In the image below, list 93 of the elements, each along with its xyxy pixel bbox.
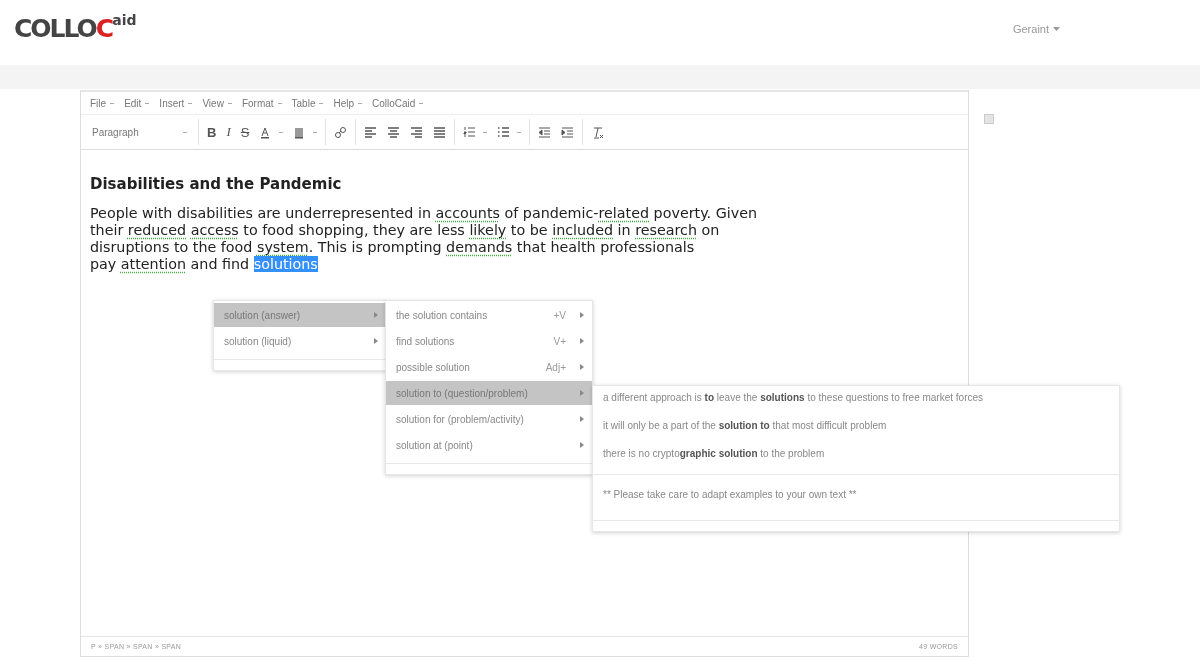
caret-icon xyxy=(227,103,232,104)
menu-item[interactable]: solution at (point) xyxy=(386,433,592,457)
body-text: their xyxy=(90,222,125,238)
menu-item[interactable]: Table xyxy=(288,96,327,111)
align-right-icon xyxy=(410,125,424,139)
link-icon xyxy=(334,125,348,139)
body-text: poverty. Given xyxy=(652,205,758,221)
indent-icon xyxy=(561,125,575,139)
body-text: pay xyxy=(90,256,118,272)
user-menu[interactable]: Geraint xyxy=(1006,21,1066,36)
flagged-word[interactable]: system xyxy=(256,239,309,255)
menu-label: solution at (point) xyxy=(396,439,474,451)
align-left-icon xyxy=(364,125,378,139)
align-center-icon xyxy=(387,125,401,139)
caret-icon xyxy=(145,103,150,104)
bold-button[interactable]: B xyxy=(202,121,222,143)
flagged-word[interactable]: demands xyxy=(446,239,513,255)
outdent-icon xyxy=(538,125,552,139)
menu-label: possible solution xyxy=(396,361,471,373)
menu-item[interactable]: possible solution Adj+ xyxy=(386,355,592,379)
menu-item[interactable]: View xyxy=(199,96,235,111)
note-text: ** Please take care to adapt examples to your own text ** xyxy=(593,474,1119,514)
flagged-word[interactable]: included xyxy=(552,222,614,238)
bullet-list-icon xyxy=(497,125,511,139)
arrow-icon xyxy=(580,312,584,318)
arrow-icon xyxy=(374,312,378,318)
menu-item[interactable]: File xyxy=(87,96,118,111)
menu-label: find solutions xyxy=(396,335,456,347)
caret-icon xyxy=(183,131,187,133)
caret-icon xyxy=(319,103,324,104)
caret-icon xyxy=(277,103,282,104)
menu-label: solution for (problem/activity) xyxy=(396,413,525,425)
selected-word[interactable]: solutions xyxy=(253,256,318,272)
menu-label: the solution contains xyxy=(396,309,489,321)
menu-item[interactable]: solution to (question/problem) xyxy=(386,381,592,405)
body-text: disruptions to the food xyxy=(90,239,254,255)
body-text: to food shopping, they are less xyxy=(242,222,466,238)
menu-label: solution to (question/problem) xyxy=(396,387,529,399)
example-sentence[interactable]: a different approach is to leave the solutions to these questions to free market forces xyxy=(593,386,1119,412)
menu-item[interactable]: solution for (problem/activity) xyxy=(386,407,592,431)
clear-format-icon xyxy=(591,125,605,139)
arrow-icon xyxy=(580,442,584,448)
justify-icon xyxy=(433,125,447,139)
menu-item[interactable]: Edit xyxy=(121,96,153,111)
example-sentence[interactable]: there is no cryptographic solution to the problem xyxy=(593,442,1119,468)
caret-icon xyxy=(517,131,522,133)
body-text: in xyxy=(616,222,632,238)
body-text: to be xyxy=(509,222,549,238)
grammar-tag: +V xyxy=(553,309,566,321)
menu-label: solution (liquid) xyxy=(224,335,293,347)
caret-icon xyxy=(313,131,318,133)
flagged-word[interactable]: reduced xyxy=(127,222,187,238)
menu-item[interactable]: ColloCaid xyxy=(369,96,427,111)
arrow-icon xyxy=(374,338,378,344)
arrow-icon xyxy=(580,364,584,370)
numbered-list-icon xyxy=(463,125,477,139)
body-text: of pandemic- xyxy=(503,205,599,221)
body-text: People with disabilities are underrepresented in xyxy=(90,205,432,221)
caret-icon xyxy=(110,103,115,104)
flagged-word[interactable]: access xyxy=(190,222,239,238)
menu-item[interactable]: solution (answer) xyxy=(214,303,386,327)
flagged-word[interactable]: attention xyxy=(120,256,187,272)
menu-item[interactable]: find solutions V+ xyxy=(386,329,592,353)
caret-icon xyxy=(358,103,363,104)
body-text: and find xyxy=(189,256,251,272)
caret-icon xyxy=(419,103,424,104)
caret-icon xyxy=(188,103,193,104)
menu-item[interactable]: solution (liquid) xyxy=(214,329,386,353)
body-text: . This is prompting xyxy=(308,239,443,255)
grammar-tag: V+ xyxy=(553,335,566,347)
example-sentence[interactable]: it will only be a part of the solution to that most difficult problem xyxy=(593,414,1119,440)
document-heading: Disabilities and the Pandemic xyxy=(90,175,343,193)
format-dropdown[interactable]: Paragraph xyxy=(87,121,195,143)
arrow-icon xyxy=(580,338,584,344)
strikethrough-button[interactable]: S xyxy=(235,121,255,143)
menu-item[interactable]: Format xyxy=(238,96,285,111)
menu-item[interactable]: the solution contains +V xyxy=(386,303,592,327)
caret-icon xyxy=(483,131,488,133)
flagged-word[interactable]: related xyxy=(598,205,650,221)
flagged-word[interactable]: research xyxy=(635,222,698,238)
arrow-icon xyxy=(580,390,584,396)
arrow-icon xyxy=(580,416,584,422)
grammar-tag: Adj+ xyxy=(545,361,566,373)
body-text: on xyxy=(700,222,720,238)
caret-icon xyxy=(1053,26,1060,31)
italic-button[interactable]: I xyxy=(221,121,236,143)
body-text: that health professionals xyxy=(515,239,695,255)
caret-icon xyxy=(279,131,284,133)
flagged-word[interactable]: likely xyxy=(469,222,507,238)
menu-label: solution (answer) xyxy=(224,309,302,321)
menu-item[interactable]: Insert xyxy=(156,96,196,111)
menu-item[interactable]: Help xyxy=(330,96,366,111)
flagged-word[interactable]: accounts xyxy=(435,205,500,221)
